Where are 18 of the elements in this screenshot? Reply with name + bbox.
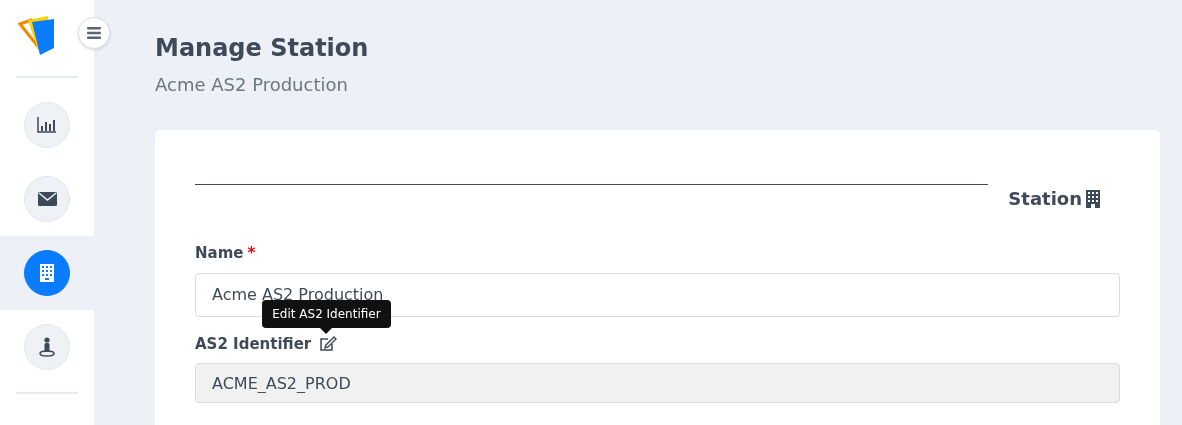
menu-icon bbox=[87, 27, 101, 39]
bar-chart-icon bbox=[37, 117, 57, 133]
section-title: Station bbox=[1008, 187, 1082, 211]
edit-icon[interactable] bbox=[319, 335, 338, 352]
menu-button[interactable] bbox=[78, 17, 110, 49]
person-icon bbox=[39, 337, 55, 357]
field-label: Name bbox=[195, 243, 244, 264]
field-label: AS2 Identifier bbox=[195, 333, 312, 355]
building-icon bbox=[40, 264, 54, 282]
building-icon bbox=[1086, 189, 1100, 208]
mail-icon bbox=[37, 192, 57, 206]
nav-button[interactable] bbox=[24, 250, 70, 296]
text-field[interactable]: ACME_AS2_PROD bbox=[195, 363, 1120, 403]
required-asterisk: * bbox=[247, 243, 256, 264]
page-subtitle: Acme AS2 Production bbox=[155, 72, 349, 97]
tooltip-pointer bbox=[320, 327, 333, 334]
tooltip: Edit AS2 Identifier bbox=[262, 299, 391, 328]
page-title: Manage Station bbox=[155, 34, 370, 63]
